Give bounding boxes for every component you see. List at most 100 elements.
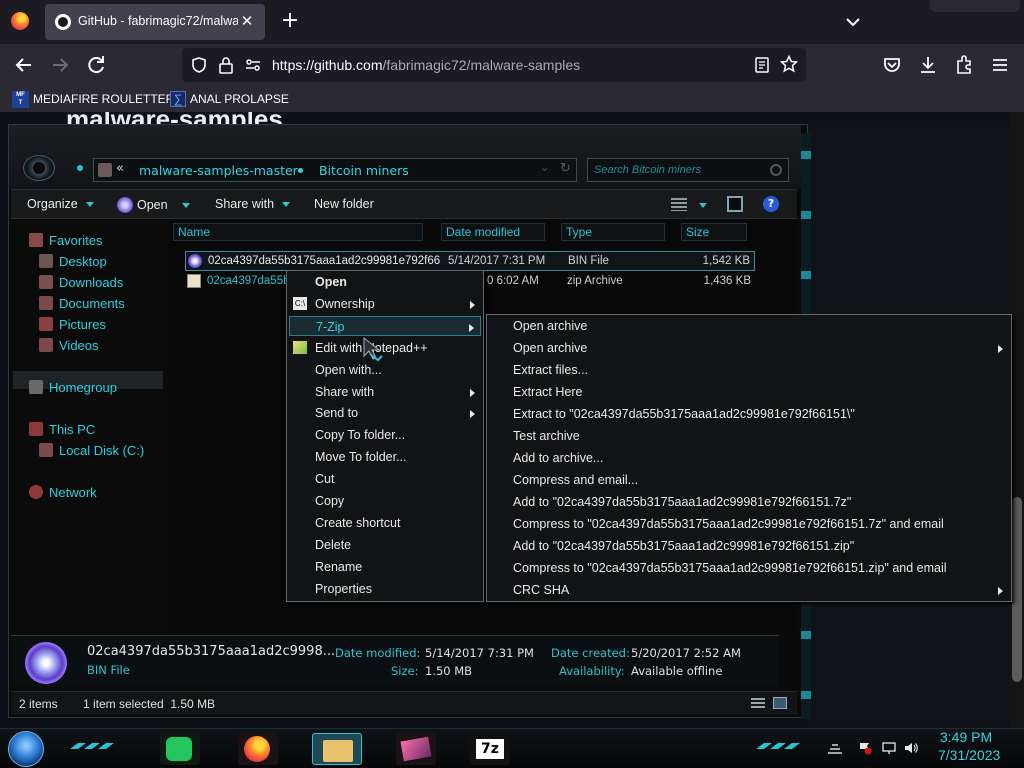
column-header-type[interactable]: Type [561, 223, 665, 241]
file-row-bin[interactable]: 02ca4397da55b3175aaa1ad2c99981e792f66...… [185, 251, 755, 271]
organize-button[interactable]: Organize [27, 197, 94, 211]
change-view-icon[interactable] [671, 198, 687, 211]
network-status-icon[interactable] [882, 741, 896, 755]
forward-arrow-icon[interactable] [48, 53, 72, 77]
bookmark-mediafire[interactable]: MF T MEDIAFIRE ROULETTER [12, 90, 174, 108]
page-scroll-thumb[interactable] [1012, 497, 1022, 682]
column-header-name[interactable]: Name [173, 223, 423, 241]
open-button[interactable]: Open [117, 197, 190, 213]
firefox-logo-icon[interactable] [11, 12, 29, 30]
sevenzip-menu-item-compress-to-02ca4397da55b3175aaa1ad2c999[interactable]: Compress to "02ca4397da55b3175aaa1ad2c99… [489, 514, 1009, 534]
column-header-size[interactable]: Size [681, 223, 747, 241]
preview-pane-icon[interactable] [727, 196, 743, 212]
context-menu-item-7-zip[interactable]: 7-Zip [289, 315, 481, 336]
search-box[interactable]: Search Bitcoin miners [587, 158, 789, 182]
address-dropdown-icon[interactable]: ⌄ [540, 161, 552, 179]
sevenzip-menu-item-compress-to-02ca4397da55b3175aaa1ad2c999[interactable]: Compress to "02ca4397da55b3175aaa1ad2c99… [489, 558, 1009, 578]
browser-tab-github[interactable]: GitHub - fabrimagic72/malware-samples ✕ [45, 4, 265, 40]
nav-desktop[interactable]: Desktop [39, 252, 107, 270]
new-tab-button[interactable]: + [280, 10, 300, 32]
permissions-icon[interactable] [244, 56, 262, 74]
back-arrow-icon[interactable] [12, 53, 36, 77]
action-center-flag-icon[interactable] [858, 741, 872, 755]
new-folder-button[interactable]: New folder [314, 197, 374, 211]
show-hidden-icons-icon[interactable] [826, 741, 844, 755]
refresh-icon[interactable]: ↻ [560, 161, 574, 179]
breadcrumb-malware-samples-master[interactable]: malware-samples-master [139, 163, 298, 178]
clock-time[interactable]: 3:49 PM [940, 729, 992, 745]
taskbar-notes-app[interactable] [160, 733, 200, 765]
context-menu-item-delete[interactable]: Delete [289, 535, 481, 555]
context-menu-item-properties[interactable]: Properties [289, 579, 481, 599]
taskbar-file-explorer[interactable] [312, 733, 362, 765]
sevenzip-menu-item-extract-files[interactable]: Extract files... [489, 360, 1009, 380]
address-overflow-chevron[interactable]: « [116, 161, 124, 176]
context-menu-item-create-shortcut[interactable]: Create shortcut [289, 513, 481, 533]
sevenzip-menu-item-add-to-02ca4397da55b3175aaa1ad2c99981e79[interactable]: Add to "02ca4397da55b3175aaa1ad2c99981e7… [489, 536, 1009, 556]
large-icons-view-icon[interactable] [773, 697, 787, 709]
context-menu-item-open[interactable]: Open [289, 272, 481, 292]
sevenzip-menu-item-extract-here[interactable]: Extract Here [489, 382, 1009, 402]
breadcrumb-separator-icon[interactable] [298, 168, 303, 173]
mouse-cursor-icon [363, 336, 383, 362]
sevenzip-menu-item-crc-sha[interactable]: CRC SHA [489, 580, 1009, 600]
nav-pictures[interactable]: Pictures [39, 315, 106, 333]
sevenzip-menu-item-compress-and-email[interactable]: Compress and email... [489, 470, 1009, 490]
context-menu-item-share-with[interactable]: Share with [289, 382, 481, 402]
share-with-button[interactable]: Share with [215, 197, 291, 211]
nav-local-disk[interactable]: Local Disk (C:) [39, 441, 144, 459]
start-button-icon[interactable] [8, 731, 44, 767]
nav-documents[interactable]: Documents [39, 294, 125, 312]
clock-date[interactable]: 7/31/2023 [938, 747, 1000, 763]
app-menu-icon[interactable] [988, 53, 1012, 77]
nav-favorites[interactable]: Favorites [29, 231, 102, 249]
extensions-icon[interactable] [952, 53, 976, 77]
context-menu-item-open-with[interactable]: Open with... [289, 360, 481, 380]
lock-icon[interactable] [218, 56, 234, 74]
downloads-icon[interactable] [916, 53, 940, 77]
sevenzip-menu-item-add-to-02ca4397da55b3175aaa1ad2c99981e79[interactable]: Add to "02ca4397da55b3175aaa1ad2c99981e7… [489, 492, 1009, 512]
help-icon[interactable]: ? [763, 196, 779, 212]
bookmark-star-icon[interactable] [780, 55, 798, 73]
taskbar-image-viewer[interactable] [396, 733, 436, 765]
file-type: zip Archive [567, 275, 623, 287]
search-icon[interactable] [770, 164, 782, 176]
reload-icon[interactable] [84, 53, 108, 77]
details-view-icon[interactable] [751, 698, 765, 710]
nav-downloads[interactable]: Downloads [39, 273, 123, 291]
url-bar[interactable]: https://github.com/fabrimagic72/malware-… [182, 48, 806, 82]
nav-this-pc[interactable]: This PC [29, 420, 95, 438]
nav-network[interactable]: Network [29, 483, 97, 501]
sevenzip-menu-item-open-archive[interactable]: Open archive [489, 316, 1009, 336]
volume-icon[interactable] [904, 741, 918, 755]
context-menu-item-move-to-folder[interactable]: Move To folder... [289, 447, 481, 467]
column-header-date-modified[interactable]: Date modified [441, 223, 545, 241]
breadcrumb-bitcoin-miners[interactable]: Bitcoin miners [319, 163, 409, 178]
sevenzip-menu-item-test-archive[interactable]: Test archive [489, 426, 1009, 446]
context-menu-item-send-to[interactable]: Send to [289, 403, 481, 423]
view-dropdown-arrow-icon[interactable] [699, 203, 707, 208]
nav-videos[interactable]: Videos [39, 336, 99, 354]
sevenzip-menu-item-add-to-archive[interactable]: Add to archive... [489, 448, 1009, 468]
context-menu-item-ownership[interactable]: C:\ Ownership [289, 294, 481, 314]
sevenzip-menu-item-open-archive[interactable]: Open archive [489, 338, 1009, 358]
context-menu-item-rename[interactable]: Rename [289, 557, 481, 577]
back-forward-orb-icon[interactable] [23, 155, 55, 181]
context-menu-item-edit-with-notepad[interactable]: Edit with Notepad++ [289, 338, 481, 358]
bookmark-anal-prolapse[interactable]: ∑ ANAL PROLAPSE [170, 90, 289, 108]
context-menu-item-copy[interactable]: Copy [289, 491, 481, 511]
taskbar-7zip[interactable]: 7z [470, 733, 510, 765]
tab-close-button[interactable]: ✕ [237, 11, 257, 31]
address-bar[interactable]: « malware-samples-master Bitcoin miners … [93, 158, 577, 182]
context-menu-item-copy-to-folder[interactable]: Copy To folder... [289, 425, 481, 445]
recent-locations-dot[interactable] [77, 165, 83, 171]
nav-homegroup[interactable]: Homegroup [29, 378, 117, 396]
context-menu-item-cut[interactable]: Cut [289, 469, 481, 489]
list-all-tabs-chevron-icon[interactable] [842, 12, 864, 32]
page-scrollbar[interactable] [1010, 112, 1024, 728]
sevenzip-menu-item-extract-to-02ca4397da55b3175aaa1ad2c9998[interactable]: Extract to "02ca4397da55b3175aaa1ad2c999… [489, 404, 1009, 424]
tracking-shield-icon[interactable] [190, 56, 208, 74]
taskbar-firefox[interactable] [238, 733, 278, 765]
pocket-icon[interactable] [880, 53, 904, 77]
reader-view-icon[interactable] [754, 56, 770, 74]
